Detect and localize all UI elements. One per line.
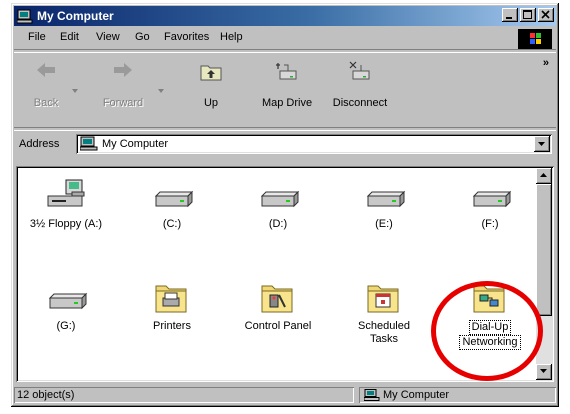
address-dropdown-button[interactable]	[534, 136, 550, 152]
map-drive-label: Map Drive	[261, 97, 313, 109]
hard-drive-icon	[154, 190, 194, 208]
file-item-drive-g[interactable]: (G:)	[16, 278, 116, 333]
file-label: 3½ Floppy (A:)	[29, 218, 103, 230]
title-bar[interactable]: My Computer	[14, 6, 556, 26]
chevron-down-icon	[540, 369, 547, 373]
menu-favorites[interactable]: Favorites	[164, 31, 209, 43]
back-arrow-icon	[37, 63, 55, 77]
window-title: My Computer	[37, 9, 114, 23]
file-label-line2: Tasks	[369, 333, 399, 345]
hard-drive-icon	[260, 190, 300, 208]
file-label: Printers	[153, 320, 191, 332]
file-label-line1: Scheduled	[358, 320, 410, 332]
scroll-down-button[interactable]	[536, 364, 552, 380]
file-label: (D:)	[268, 218, 288, 230]
status-bar: 12 object(s) My Computer	[14, 385, 556, 404]
file-label: (C:)	[162, 218, 182, 230]
toolbar-more-chevron[interactable]: »	[543, 57, 549, 69]
file-label: (E:)	[375, 218, 393, 230]
my-computer-icon	[17, 9, 33, 24]
printers-folder-icon	[155, 285, 187, 313]
up-folder-icon	[200, 65, 222, 81]
chevron-up-icon	[540, 173, 547, 177]
file-item-printers[interactable]: Printers	[122, 278, 222, 333]
my-computer-small-icon	[364, 389, 380, 401]
file-label: (F:)	[481, 218, 499, 230]
address-input[interactable]: My Computer	[76, 134, 552, 154]
address-value: My Computer	[102, 138, 169, 150]
file-item-drive-d[interactable]: (D:)	[228, 176, 328, 231]
scroll-thumb[interactable]	[536, 184, 552, 316]
standard-toolbar: Back Forward Up Map Drive Disconnect »	[14, 53, 556, 125]
control-panel-folder-icon	[261, 285, 293, 313]
forward-arrow-icon	[114, 63, 132, 77]
status-count: 12 object(s)	[17, 389, 75, 401]
floppy-drive-icon	[47, 179, 85, 207]
disconnect-button[interactable]: Disconnect	[325, 59, 395, 109]
windows-logo	[518, 29, 552, 49]
status-location: My Computer	[383, 389, 450, 401]
close-icon	[541, 10, 550, 19]
disconnect-label: Disconnect	[332, 97, 388, 109]
hard-drive-icon	[48, 292, 88, 310]
menu-edit[interactable]: Edit	[60, 31, 79, 43]
file-item-drive-e[interactable]: (E:)	[334, 176, 434, 231]
menu-view[interactable]: View	[96, 31, 120, 43]
file-item-drive-f[interactable]: (F:)	[440, 176, 540, 231]
status-count-pane: 12 object(s)	[14, 387, 354, 403]
maximize-icon	[523, 10, 532, 19]
file-item-scheduled-tasks[interactable]: Scheduled Tasks	[334, 278, 434, 346]
chevron-down-icon	[538, 142, 545, 146]
back-dropdown-icon[interactable]	[72, 89, 78, 93]
file-item-control-panel[interactable]: Control Panel	[228, 278, 328, 333]
hard-drive-icon	[366, 190, 406, 208]
scheduled-tasks-folder-icon	[367, 285, 399, 313]
map-drive-button[interactable]: Map Drive	[252, 59, 322, 109]
file-label: Control Panel	[244, 320, 312, 332]
status-location-pane: My Computer	[359, 387, 556, 403]
file-item-floppy[interactable]: 3½ Floppy (A:)	[16, 176, 116, 231]
up-button[interactable]: Up	[189, 59, 233, 109]
minimize-icon	[506, 17, 512, 19]
my-computer-small-icon	[80, 136, 98, 151]
address-bar: Address My Computer	[14, 131, 556, 159]
menu-go[interactable]: Go	[135, 31, 150, 43]
close-button[interactable]	[538, 8, 554, 22]
map-network-drive-icon	[276, 63, 297, 80]
disconnect-drive-icon	[349, 61, 370, 80]
file-label: (G:)	[56, 320, 76, 332]
scroll-up-button[interactable]	[536, 168, 552, 184]
minimize-button[interactable]	[502, 8, 518, 22]
up-label: Up	[203, 97, 219, 109]
menu-help[interactable]: Help	[220, 31, 243, 43]
hard-drive-icon	[472, 190, 512, 208]
back-button[interactable]: Back	[26, 59, 66, 109]
address-label: Address	[19, 138, 60, 150]
maximize-button[interactable]	[520, 8, 536, 22]
menu-bar: File Edit View Go Favorites Help	[14, 28, 556, 49]
forward-dropdown-icon[interactable]	[158, 89, 164, 93]
red-highlight-circle	[431, 281, 543, 381]
back-label: Back	[33, 97, 59, 109]
menu-file[interactable]: File	[28, 31, 46, 43]
file-item-drive-c[interactable]: (C:)	[122, 176, 222, 231]
forward-button[interactable]: Forward	[98, 59, 148, 109]
forward-label: Forward	[102, 97, 144, 109]
